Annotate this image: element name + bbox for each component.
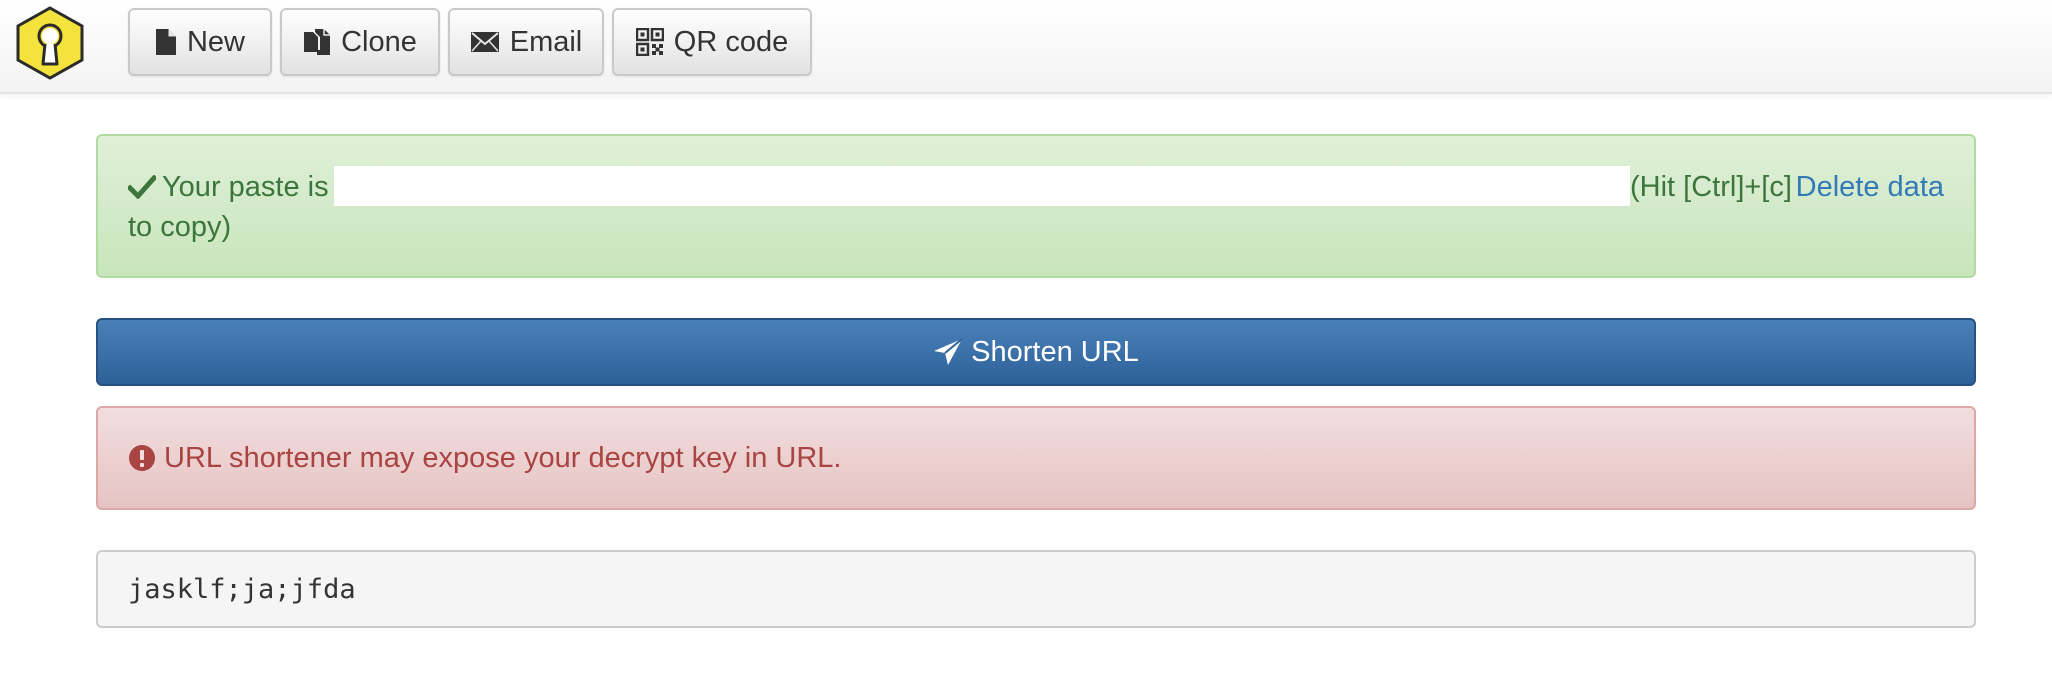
paste-content[interactable]: jasklf;ja;jfda	[96, 550, 1976, 628]
send-icon	[934, 338, 963, 365]
navbar: New Clone Email QR code	[0, 0, 2052, 94]
keyhole-icon[interactable]	[14, 6, 86, 80]
clone-button-label: Clone	[341, 25, 417, 58]
shorten-url-button[interactable]: Shorten URL	[96, 318, 1976, 386]
qrcode-icon	[635, 28, 664, 56]
exclamation-circle-icon	[129, 445, 155, 471]
email-button-label: Email	[509, 25, 583, 58]
shorten-url-label: Shorten URL	[971, 335, 1139, 368]
qr-code-button[interactable]: QR code	[612, 8, 812, 76]
email-button[interactable]: Email	[448, 8, 604, 76]
delete-data-link[interactable]: Delete data	[1796, 166, 1944, 208]
new-button-label: New	[186, 25, 245, 58]
paste-text: jasklf;ja;jfda	[128, 573, 356, 605]
new-button[interactable]: New	[128, 8, 272, 76]
checkmark-icon	[128, 175, 156, 199]
envelope-icon	[470, 32, 499, 52]
file-icon	[155, 29, 176, 55]
copy-hint-continued: to copy)	[128, 211, 232, 243]
success-message: Your paste is	[128, 166, 329, 208]
clone-button[interactable]: Clone	[280, 8, 440, 76]
warning-text: URL shortener may expose your decrypt ke…	[164, 441, 842, 474]
url-shortener-warning: URL shortener may expose your decrypt ke…	[96, 406, 1976, 510]
duplicate-icon	[304, 29, 331, 55]
copy-hint: (Hit [Ctrl]+[c]	[1630, 171, 1792, 203]
success-prefix: Your paste is	[162, 170, 329, 203]
paste-success-alert: Your paste is (Hit [Ctrl]+[c] to copy) D…	[96, 134, 1976, 278]
qr-code-button-label: QR code	[673, 25, 789, 58]
paste-url-field[interactable]	[334, 166, 1630, 206]
